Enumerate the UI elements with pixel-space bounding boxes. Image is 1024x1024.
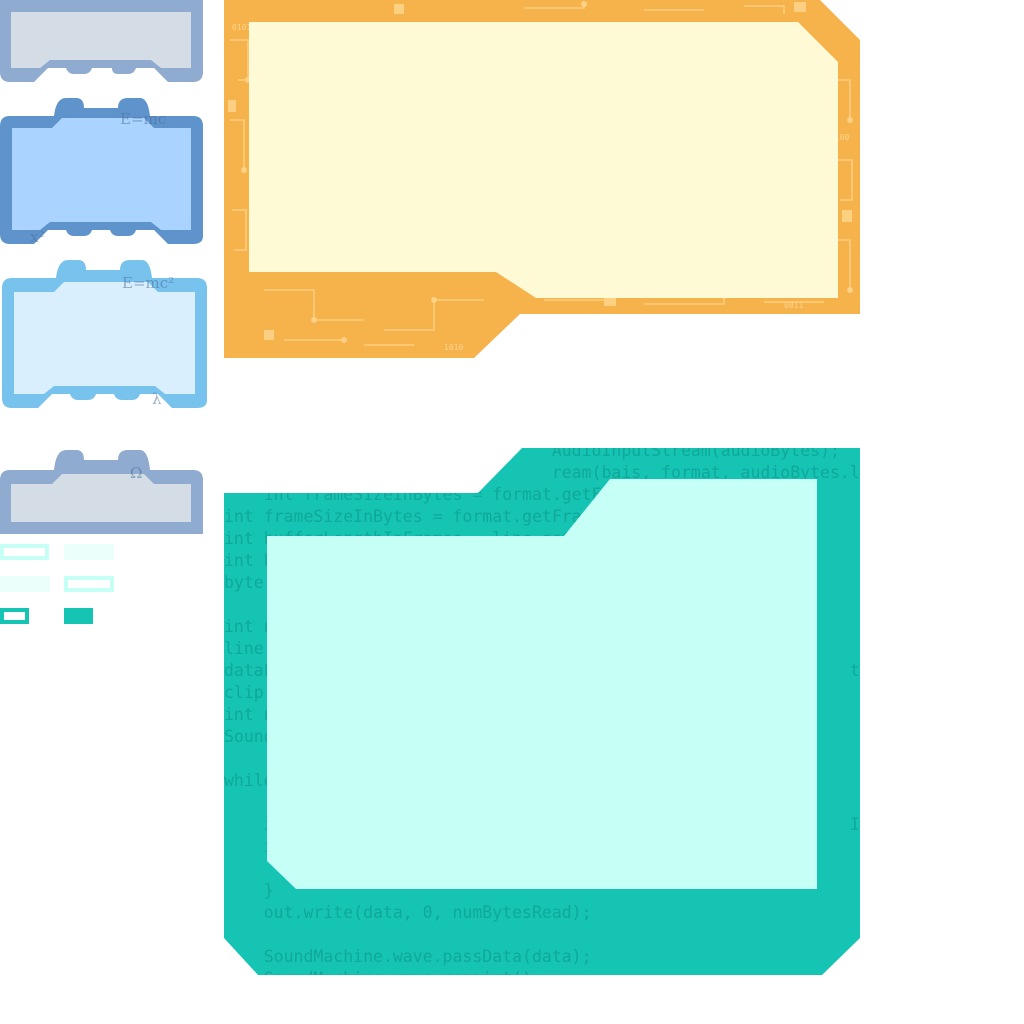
bar-swatch-fill-pale-2[interactable] xyxy=(0,576,50,592)
code-line: out.write(data, 0, numBytesRead); xyxy=(224,903,592,922)
tab-frame-icon: E=mc x² xyxy=(0,98,203,246)
code-line: while xyxy=(224,771,274,790)
tab-frame-icon: Ω xyxy=(0,450,203,534)
tab-frame-blue[interactable]: E=mc x² xyxy=(0,96,203,246)
panel-orange-circuit[interactable]: 0101 1100 0011 1010 xyxy=(224,0,860,360)
bar-swatch-outline-light[interactable] xyxy=(0,544,49,560)
bar-swatch-fill-teal[interactable] xyxy=(64,608,93,624)
bar-swatch-fill-pale[interactable] xyxy=(64,544,114,560)
code-line: SoundMachine.wave.passData(data); xyxy=(224,947,592,966)
code-line: Sound xyxy=(224,727,274,746)
tab-frame-icon: E=mc² λ xyxy=(2,260,207,408)
math-symbol: x² xyxy=(30,228,44,246)
code-line: int frameSizeInBytes = format.getFra xyxy=(224,507,582,526)
code-line: } xyxy=(224,881,274,900)
circuit-label: 1010 xyxy=(444,343,463,352)
code-line: int n xyxy=(224,705,274,724)
tab-frame-gray-top[interactable] xyxy=(0,0,203,84)
tab-frame-light[interactable]: E=mc² λ xyxy=(2,258,207,410)
tab-frame-gray-bottom[interactable]: Ω xyxy=(0,448,203,536)
code-line: int frameSizeInBytes = format.getFra xyxy=(224,485,621,504)
panel-frame-icon: AudioInputStream(audioBytes); ream(bais,… xyxy=(224,448,860,976)
code-line: byte[ xyxy=(224,573,274,592)
panel-teal-inner xyxy=(267,479,817,889)
tab-frame-icon xyxy=(0,0,203,82)
bar-swatch-outline-teal[interactable] xyxy=(0,608,29,624)
math-symbol: Ω xyxy=(130,464,142,482)
panel-teal-code[interactable]: AudioInputStream(audioBytes); ream(bais,… xyxy=(224,448,860,976)
code-line: SoundMachine.wave.repaint(); xyxy=(224,969,542,976)
math-symbol: λ xyxy=(152,390,162,408)
circuit-label: 0101 xyxy=(232,23,251,32)
math-symbol: E=mc² xyxy=(122,274,174,292)
code-line: line. xyxy=(224,639,274,658)
code-line: i xyxy=(224,837,274,856)
bar-swatch-outline-light-2[interactable] xyxy=(64,576,114,592)
code-line: AudioInputStream(audioBytes); xyxy=(224,448,840,460)
code-line: int n xyxy=(224,617,274,636)
code-line: clip xyxy=(224,683,264,702)
circuit-label: 0011 xyxy=(784,301,803,310)
panel-orange-inner xyxy=(249,22,838,298)
panel-frame-icon: 0101 1100 0011 1010 xyxy=(224,0,860,358)
math-symbol: E=mc xyxy=(120,110,166,128)
